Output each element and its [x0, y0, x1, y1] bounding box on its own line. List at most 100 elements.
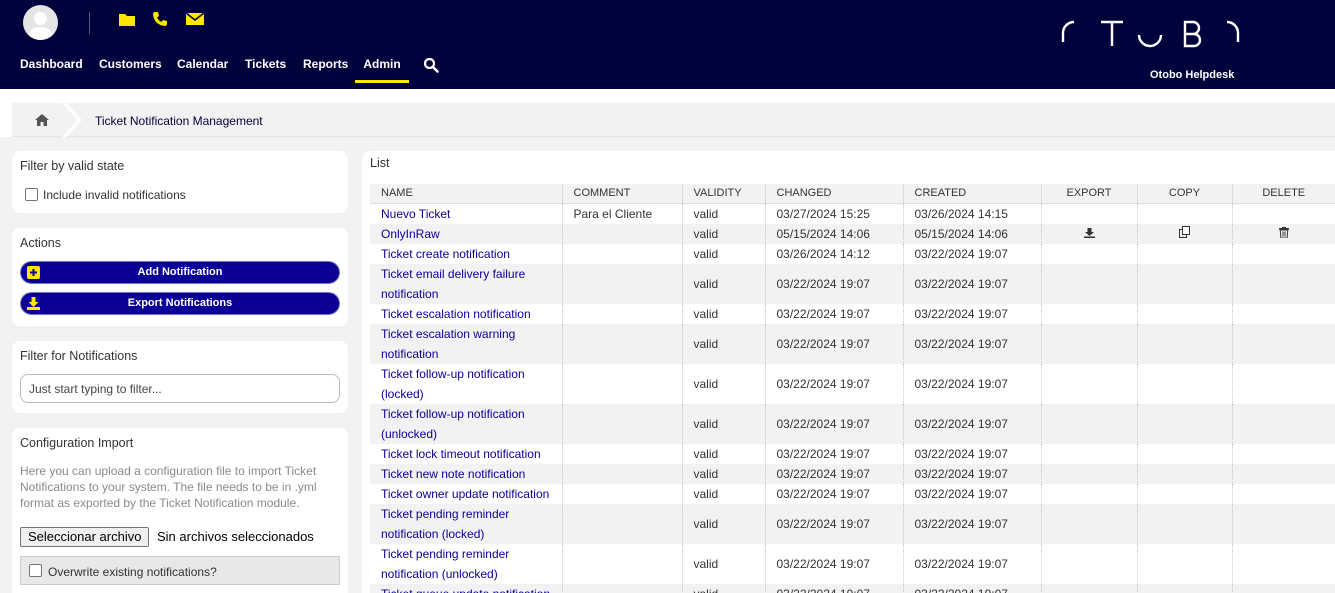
table-row[interactable]: Ticket escalation notification valid 03/22… — [370, 304, 1335, 325]
cell-name[interactable]: Ticket email delivery failure notificati… — [370, 264, 562, 305]
cell-created: 03/22/2024 19:07 — [902, 584, 1041, 593]
cell-changed: 03/22/2024 19:07 — [764, 484, 903, 505]
cell-changed: 03/22/2024 19:07 — [764, 504, 903, 545]
table-row[interactable]: Ticket create notification valid 03/26/202… — [370, 244, 1335, 265]
nav-admin[interactable]: Admin — [355, 53, 409, 83]
search-icon[interactable] — [423, 57, 439, 87]
cell-export — [1040, 223, 1137, 245]
cell-name[interactable]: Ticket create notification — [370, 244, 562, 264]
export-notifications-button[interactable]: Export Notifications — [20, 292, 340, 315]
list-title: List — [370, 156, 390, 170]
header-separator — [89, 12, 90, 34]
cell-name[interactable]: Ticket owner update notification — [370, 484, 562, 504]
cell-changed: 03/22/2024 19:07 — [764, 444, 903, 465]
nav-reports[interactable]: Reports — [303, 53, 348, 83]
overwrite-checkbox[interactable] — [29, 564, 42, 577]
nav-dashboard[interactable]: Dashboard — [20, 53, 83, 83]
file-status: Sin archivos seleccionados — [157, 529, 314, 544]
mail-icon[interactable] — [185, 11, 205, 30]
table-row[interactable]: Ticket follow-up notification (unlocked)… — [370, 404, 1335, 445]
cell-copy — [1136, 364, 1232, 405]
cell-name[interactable]: Ticket pending reminder notification (un… — [370, 544, 562, 584]
list-box: List NAME COMMENT VALIDITY CHANGED CREAT… — [362, 151, 1335, 593]
nav-customers[interactable]: Customers — [99, 53, 162, 83]
home-icon[interactable] — [35, 114, 49, 129]
otobo-logo[interactable] — [1060, 18, 1242, 53]
column-header-validity[interactable]: VALIDITY — [681, 184, 765, 204]
cell-validity: valid — [681, 584, 765, 593]
column-header-comment[interactable]: COMMENT — [561, 184, 682, 204]
overwrite-row: Overwrite existing notifications? — [20, 556, 340, 585]
table-row[interactable]: OnlyInRaw valid 05/15/2024 14:06 05/15/2024… — [370, 223, 1335, 245]
cell-changed: 03/22/2024 19:07 — [764, 544, 903, 585]
user-avatar[interactable] — [23, 5, 58, 40]
add-notification-button[interactable]: Add Notification — [20, 261, 340, 284]
cell-created: 03/22/2024 19:07 — [902, 444, 1041, 465]
cell-changed: 03/22/2024 19:07 — [764, 324, 903, 365]
cell-name[interactable]: Ticket lock timeout notification — [370, 444, 562, 464]
table-row[interactable]: Ticket pending reminder notification (lo… — [370, 504, 1335, 545]
cell-delete — [1231, 364, 1335, 405]
copy-icon[interactable] — [1178, 224, 1191, 244]
cell-comment — [561, 464, 682, 485]
table-row[interactable]: Ticket email delivery failure notificati… — [370, 264, 1335, 305]
cell-delete — [1231, 584, 1335, 593]
overwrite-label[interactable]: Overwrite existing notifications? — [48, 565, 217, 579]
table-row[interactable]: Ticket escalation warning notification va… — [370, 324, 1335, 365]
cell-validity: valid — [681, 324, 765, 365]
cell-copy — [1136, 203, 1232, 224]
phone-icon[interactable] — [152, 11, 168, 30]
nav-calendar[interactable]: Calendar — [177, 53, 228, 83]
cell-created: 03/22/2024 19:07 — [902, 504, 1041, 545]
nav-tickets[interactable]: Tickets — [245, 53, 286, 83]
cell-comment — [561, 324, 682, 365]
cell-name[interactable]: Ticket escalation notification — [370, 304, 562, 324]
cell-changed: 05/15/2024 14:06 — [764, 223, 903, 245]
add-notification-label: Add Notification — [137, 266, 223, 278]
cell-name[interactable]: OnlyInRaw — [370, 223, 562, 245]
column-header-created[interactable]: CREATED — [902, 184, 1041, 204]
table-row[interactable]: Nuevo Ticket Para el Cliente valid 03/27/20… — [370, 203, 1335, 224]
table-row[interactable]: Ticket new note notification valid 03/22/2… — [370, 464, 1335, 485]
cell-export — [1040, 264, 1137, 305]
table-header-row: NAME COMMENT VALIDITY CHANGED CREATED EX… — [370, 184, 1335, 204]
include-invalid-label[interactable]: Include invalid notifications — [43, 188, 186, 202]
cell-export — [1040, 484, 1137, 505]
table-row[interactable]: Ticket pending reminder notification (un… — [370, 544, 1335, 585]
table-row[interactable]: Ticket queue update notification valid 03/… — [370, 584, 1335, 593]
cell-copy — [1136, 464, 1232, 485]
table-row[interactable]: Ticket owner update notification valid 03/… — [370, 484, 1335, 505]
cell-comment — [561, 504, 682, 545]
cell-delete — [1231, 203, 1335, 224]
choose-file-button[interactable]: Seleccionar archivo — [20, 527, 150, 547]
cell-validity: valid — [681, 203, 765, 224]
cell-validity: valid — [681, 444, 765, 465]
table-row[interactable]: Ticket lock timeout notification valid 03/… — [370, 444, 1335, 465]
cell-comment — [561, 404, 682, 445]
config-import-box: Configuration Import Here you can upload… — [12, 428, 348, 593]
cell-name[interactable]: Ticket follow-up notification (unlocked) — [370, 404, 562, 445]
trash-icon[interactable] — [1278, 224, 1289, 244]
cell-name[interactable]: Ticket queue update notification — [370, 584, 562, 593]
breadcrumb-separator — [62, 103, 82, 140]
cell-name[interactable]: Nuevo Ticket — [370, 203, 562, 224]
include-invalid-checkbox[interactable] — [25, 188, 38, 201]
cell-delete — [1231, 484, 1335, 505]
column-header-changed[interactable]: CHANGED — [764, 184, 903, 204]
cell-name[interactable]: Ticket pending reminder notification (lo… — [370, 504, 562, 545]
folder-icon[interactable] — [118, 11, 136, 30]
table-row[interactable]: Ticket follow-up notification (locked) va… — [370, 364, 1335, 405]
cell-name[interactable]: Ticket follow-up notification (locked) — [370, 364, 562, 404]
export-icon[interactable] — [1083, 224, 1095, 244]
cell-copy — [1136, 324, 1232, 365]
cell-delete — [1231, 404, 1335, 445]
cell-validity: valid — [681, 484, 765, 505]
cell-name[interactable]: Ticket new note notification — [370, 464, 562, 485]
column-header-name[interactable]: NAME — [370, 184, 562, 204]
cell-export — [1040, 444, 1137, 465]
cell-name[interactable]: Ticket escalation warning notification — [370, 324, 562, 365]
cell-export — [1040, 404, 1137, 445]
filter-input[interactable] — [20, 374, 340, 403]
config-import-description: Here you can upload a configuration file… — [20, 464, 317, 510]
cell-copy — [1136, 404, 1232, 445]
